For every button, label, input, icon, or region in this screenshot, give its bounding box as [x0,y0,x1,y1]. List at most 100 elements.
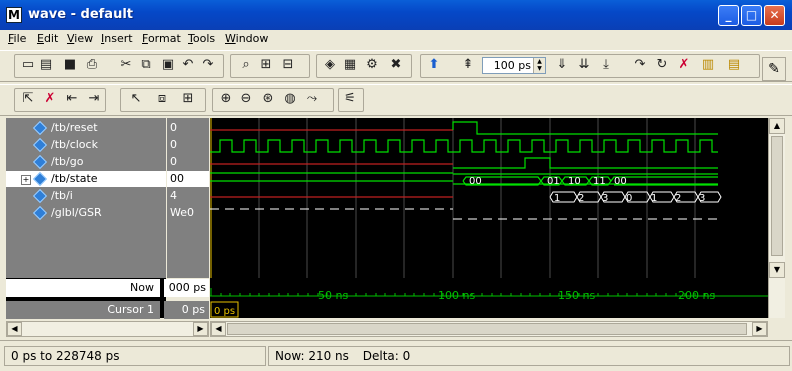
signal-value: 0 [170,155,177,168]
scroll-thumb[interactable] [771,136,783,256]
cut-icon[interactable]: ✂ [118,57,134,73]
next-cursor-icon[interactable]: ⇥ [86,91,102,107]
signal-value: 00 [167,171,209,187]
window-title: wave - default [28,7,133,22]
menu-file[interactable]: File [8,32,26,45]
title-bar[interactable]: M wave - default _ □ ✕ [0,0,792,30]
menu-window[interactable]: Window [225,32,268,45]
menu-bar: File Edit View Insert Format Tools Windo… [0,30,792,48]
status-now: Now: 210 ns [275,349,349,363]
cursor-label[interactable]: Cursor 1 [6,301,160,319]
signal-names-pane: /tb/reset /tb/clock /tb/go + /tb/state /… [6,118,166,278]
expand-plus-icon[interactable]: + [21,175,31,185]
signal-value: 0 [170,121,177,134]
signal-name: /tb/go [51,155,84,168]
delete-cursor-icon[interactable]: ✗ [42,91,58,107]
state-label: 01 [547,176,560,187]
memory-icon[interactable]: ▤ [726,57,742,73]
now-value: 000 ps [164,279,209,297]
signal-row-selected[interactable]: + /tb/state [6,171,166,187]
print-icon[interactable]: ⎙ [84,57,100,73]
signal-name: /tb/state [51,172,98,185]
scroll-up-icon[interactable]: ▲ [769,118,785,134]
scroll-left-icon[interactable]: ◀ [211,322,226,336]
signal-row[interactable]: /tb/i [6,188,166,204]
run-length-input[interactable]: 100 ps ▲ ▼ [482,57,546,74]
stop-icon[interactable]: ✗ [676,57,692,73]
compile-icon[interactable]: ◈ [322,57,338,73]
scroll-left-icon[interactable]: ◀ [7,322,22,336]
state-label: 00 [614,176,627,187]
open-folder-icon[interactable]: ▤ [38,57,54,73]
continue-icon[interactable]: ⇊ [576,57,592,73]
cursor-flag-label: 0 ps [214,306,235,317]
break-icon[interactable]: ✖ [388,57,404,73]
zoom-in-icon[interactable]: ⊕ [218,91,234,107]
status-bar: 0 ps to 228748 ps Now: 210 ns Delta: 0 [0,340,792,371]
signal-row[interactable]: /glbl/GSR [6,205,166,221]
find-icon[interactable]: ⌕ [238,57,254,73]
scroll-right-icon[interactable]: ▶ [752,322,767,336]
zoom-range-icon[interactable]: ⤳ [304,91,320,107]
tree-expand-icon[interactable]: ⊟ [280,57,296,73]
status-now-cell: Now: 210 ns Delta: 0 [268,346,790,366]
scroll-down-icon[interactable]: ▼ [769,262,785,278]
save-icon[interactable]: ■ [62,57,78,73]
zoom-out-icon[interactable]: ⊖ [238,91,254,107]
restart-icon[interactable]: ⇞ [460,57,476,73]
run-icon[interactable]: ⇓ [554,57,570,73]
wave-hscrollbar[interactable]: ◀ ▶ [210,321,768,337]
menu-edit[interactable]: Edit [37,32,58,45]
menu-tools[interactable]: Tools [188,32,215,45]
waveform-canvas[interactable]: 00 01 10 11 00 1 2 3 0 1 2 3 50 ns 100 n… [210,118,768,318]
wave-toolbar: ⇱ ✗ ⇤ ⇥ ↖ ⧈ ⊞ ⊕ ⊖ ⊛ ◍ ⤳ ⚟ [0,84,792,116]
tree-icon[interactable]: ⊞ [258,57,274,73]
prev-cursor-icon[interactable]: ⇤ [64,91,80,107]
cursor-value: 0 ps [164,301,209,319]
add-cursor-icon[interactable]: ⇱ [20,91,36,107]
compile-all-icon[interactable]: ▦ [342,57,358,73]
step-over-icon[interactable]: ↻ [654,57,670,73]
spin-arrows-icon[interactable]: ▲ ▼ [533,58,545,73]
menu-format[interactable]: Format [142,32,181,45]
timeline-label: 50 ns [318,289,348,302]
signal-row[interactable]: /tb/clock [6,137,166,153]
edit-mode-icon[interactable]: ⊞ [180,91,196,107]
signal-value: We0 [170,206,194,219]
simulate-icon[interactable]: ⚙ [364,57,380,73]
up-arrow-icon[interactable]: ⬆ [426,57,442,73]
undo-icon[interactable]: ↶ [180,57,196,73]
scroll-right-icon[interactable]: ▶ [193,322,208,336]
signal-row[interactable]: /tb/reset [6,120,166,136]
zoom-full-icon[interactable]: ⊛ [260,91,276,107]
menu-view[interactable]: View [67,32,93,45]
zoom-cursor-icon[interactable]: ◍ [282,91,298,107]
run-length-value: 100 ps [493,59,531,72]
signal-diamond-icon [32,205,48,221]
signal-name: /tb/reset [51,121,98,134]
undock-icon[interactable]: ✎ [762,57,786,81]
i-label: 1 [554,193,560,204]
new-file-icon[interactable]: ▭ [20,57,36,73]
run-all-icon[interactable]: ⤓ [598,57,614,73]
zoom-mode-icon[interactable]: ⧈ [154,91,170,107]
step-into-icon[interactable]: ↷ [632,57,648,73]
menu-insert[interactable]: Insert [101,32,133,45]
vertical-scrollbar[interactable]: ▲ ▼ [768,118,785,318]
select-mode-icon[interactable]: ↖ [128,91,144,107]
scroll-thumb[interactable] [227,323,747,335]
wave-format-icon[interactable]: ⚟ [342,91,358,107]
minimize-button[interactable]: _ [718,5,739,26]
paste-icon[interactable]: ▣ [160,57,176,73]
maximize-button[interactable]: □ [741,5,762,26]
close-button[interactable]: ✕ [764,5,785,26]
redo-icon[interactable]: ↷ [200,57,216,73]
performance-icon[interactable]: ▥ [700,57,716,73]
names-hscrollbar[interactable]: ◀ ▶ [6,321,209,337]
signal-row[interactable]: /tb/go [6,154,166,170]
copy-icon[interactable]: ⧉ [138,57,154,73]
modelsim-app-icon[interactable]: M [6,7,22,23]
i-label: 0 [626,193,632,204]
status-delta: Delta: 0 [362,349,411,363]
state-label: 11 [593,176,606,187]
